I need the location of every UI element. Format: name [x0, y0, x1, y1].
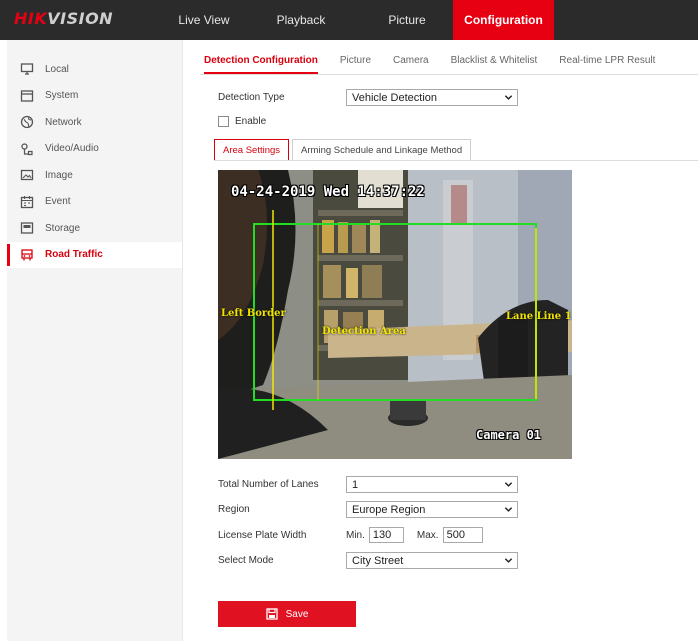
sidebar-item-label: Image	[45, 169, 73, 181]
sidebar-item-local[interactable]: Local	[7, 56, 182, 83]
video-camera-name: Camera 01	[476, 428, 542, 442]
calendar-icon	[20, 195, 34, 209]
tab-picture[interactable]: Picture	[340, 52, 371, 74]
plate-width-range: Min. 130 Max. 500	[346, 527, 483, 543]
globe-icon	[20, 115, 34, 129]
sidebar-item-network[interactable]: Network	[7, 109, 182, 136]
detection-area-label: Detection Area	[322, 326, 406, 337]
tab-detection-configuration[interactable]: Detection Configuration	[204, 52, 318, 74]
region-select[interactable]: Europe Region	[346, 501, 518, 518]
lane-line-label: Lane Line 1	[506, 311, 572, 322]
sidebar-item-event[interactable]: Event	[7, 189, 182, 216]
select-mode-row: Select Mode City Street	[218, 552, 518, 569]
hikvision-logo: HIKVISION	[14, 9, 114, 28]
sidebar-item-label: Local	[45, 63, 69, 75]
area-tabs: Area Settings Arming Schedule and Linkag…	[214, 139, 472, 161]
plate-width-row: License Plate Width Min. 130 Max. 500	[218, 527, 483, 543]
detection-type-label: Detection Type	[218, 92, 285, 103]
sidebar-item-image[interactable]: Image	[7, 162, 182, 189]
detection-type-row: Detection Type Vehicle Detection	[218, 89, 518, 106]
live-video-preview[interactable]: 04-24-2019 Wed 14:37:22 Camera 01 Left B…	[218, 170, 572, 459]
lanes-label: Total Number of Lanes	[218, 479, 319, 490]
video-timestamp: 04-24-2019 Wed 14:37:22	[231, 184, 425, 200]
lanes-value: 1	[352, 478, 359, 491]
nav-playback[interactable]: Playback	[276, 0, 326, 40]
sidebar-item-system[interactable]: System	[7, 83, 182, 110]
sidebar-item-storage[interactable]: Storage	[7, 215, 182, 242]
tab-camera[interactable]: Camera	[393, 52, 429, 74]
plate-width-label: License Plate Width	[218, 529, 307, 541]
region-row: Region Europe Region	[218, 501, 518, 518]
tab-realtime-lpr-result[interactable]: Real-time LPR Result	[559, 52, 655, 74]
area-tab-divider	[214, 160, 698, 161]
sidebar-item-road-traffic[interactable]: Road Traffic	[7, 241, 182, 268]
save-button-label: Save	[285, 608, 309, 620]
sub-tab-divider	[200, 74, 698, 75]
tab-arming-schedule[interactable]: Arming Schedule and Linkage Method	[292, 139, 472, 161]
plate-width-max-input[interactable]: 500	[442, 527, 483, 543]
enable-checkbox[interactable]	[218, 116, 229, 127]
plate-width-min-input[interactable]: 130	[368, 527, 404, 543]
top-nav: Live View Playback Picture Configuration	[176, 0, 554, 40]
image-icon	[20, 168, 34, 182]
sidebar-item-video-audio[interactable]: Video/Audio	[7, 136, 182, 163]
tab-area-settings[interactable]: Area Settings	[214, 139, 290, 161]
select-mode-label: Select Mode	[218, 555, 274, 566]
enable-row: Enable	[218, 116, 266, 127]
save-button[interactable]: Save	[218, 601, 356, 627]
vehicle-icon	[20, 248, 34, 262]
nav-configuration[interactable]: Configuration	[453, 0, 554, 40]
lanes-row: Total Number of Lanes 1	[218, 476, 518, 493]
detection-type-select[interactable]: Vehicle Detection	[346, 89, 518, 106]
sidebar-item-label: Road Traffic	[45, 249, 103, 261]
select-mode-value: City Street	[352, 554, 404, 567]
tab-blacklist-whitelist[interactable]: Blacklist & Whitelist	[451, 52, 538, 74]
sidebar-item-label: Video/Audio	[45, 143, 99, 155]
region-value: Europe Region	[352, 503, 426, 516]
sidebar-item-label: Event	[45, 196, 71, 208]
save-icon	[265, 608, 278, 620]
enable-label: Enable	[235, 116, 267, 127]
chevron-down-icon	[504, 507, 513, 512]
plate-width-max-label: Max.	[416, 529, 439, 541]
chevron-down-icon	[504, 95, 513, 100]
system-icon	[20, 89, 34, 103]
select-mode-select[interactable]: City Street	[346, 552, 518, 569]
lanes-select[interactable]: 1	[346, 476, 518, 493]
video-audio-icon	[20, 142, 34, 156]
detection-type-value: Vehicle Detection	[352, 91, 437, 104]
nav-live-view[interactable]: Live View	[176, 0, 232, 40]
sidebar-item-label: Network	[45, 116, 82, 128]
chevron-down-icon	[504, 482, 513, 487]
storage-icon	[20, 221, 34, 235]
nav-picture[interactable]: Picture	[383, 0, 431, 40]
monitor-icon	[20, 62, 34, 76]
config-sub-tabs: Detection Configuration Picture Camera B…	[204, 52, 677, 74]
sidebar-item-label: Storage	[45, 222, 81, 234]
sidebar: Local System Network Video/Audio Image E…	[7, 40, 183, 641]
chevron-down-icon	[504, 558, 513, 563]
top-bar: HIKVISION Live View Playback Picture Con…	[0, 0, 698, 40]
plate-width-min-label: Min.	[346, 529, 365, 541]
left-border-label: Left Border	[221, 308, 286, 319]
region-label: Region	[218, 504, 250, 515]
sidebar-item-label: System	[45, 90, 79, 102]
